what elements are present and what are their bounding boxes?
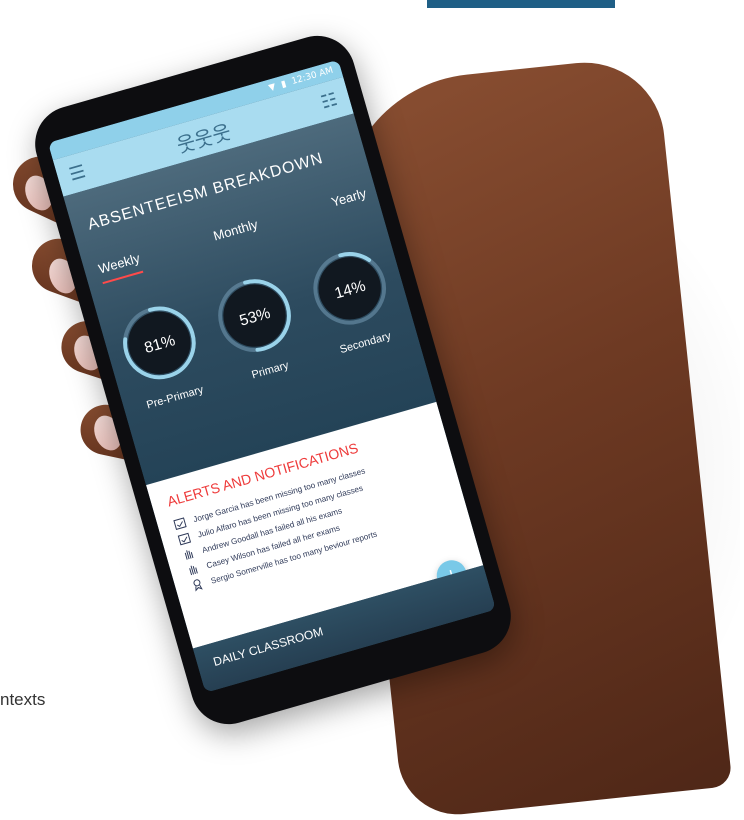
ring-primary: 53% Primary bbox=[200, 265, 317, 388]
ring-chart-pre-primary: 81% bbox=[123, 306, 196, 380]
calendar-check-icon bbox=[177, 532, 192, 546]
signal-icon: ▼ bbox=[267, 82, 278, 94]
ring-secondary: 14% Secondary bbox=[295, 238, 412, 361]
menu-icon[interactable]: ☰ bbox=[67, 161, 88, 186]
tab-yearly[interactable]: Yearly bbox=[330, 185, 371, 217]
top-blue-bar bbox=[427, 0, 615, 8]
tab-monthly[interactable]: Monthly bbox=[212, 217, 262, 252]
tab-weekly[interactable]: Weekly bbox=[96, 250, 144, 285]
edge-text: ntexts bbox=[0, 690, 46, 709]
list-icon[interactable]: ☷ bbox=[318, 88, 339, 113]
award-icon bbox=[193, 579, 203, 592]
hand-icon bbox=[184, 550, 194, 560]
ring-chart-primary: 53% bbox=[218, 279, 291, 352]
ring-pre-primary: 81% Pre-Primary bbox=[104, 293, 221, 416]
calendar-check-icon bbox=[173, 517, 187, 531]
ring-chart-secondary: 14% bbox=[313, 252, 386, 325]
hand-icon bbox=[189, 565, 198, 576]
battery-icon: ▮ bbox=[280, 79, 288, 91]
